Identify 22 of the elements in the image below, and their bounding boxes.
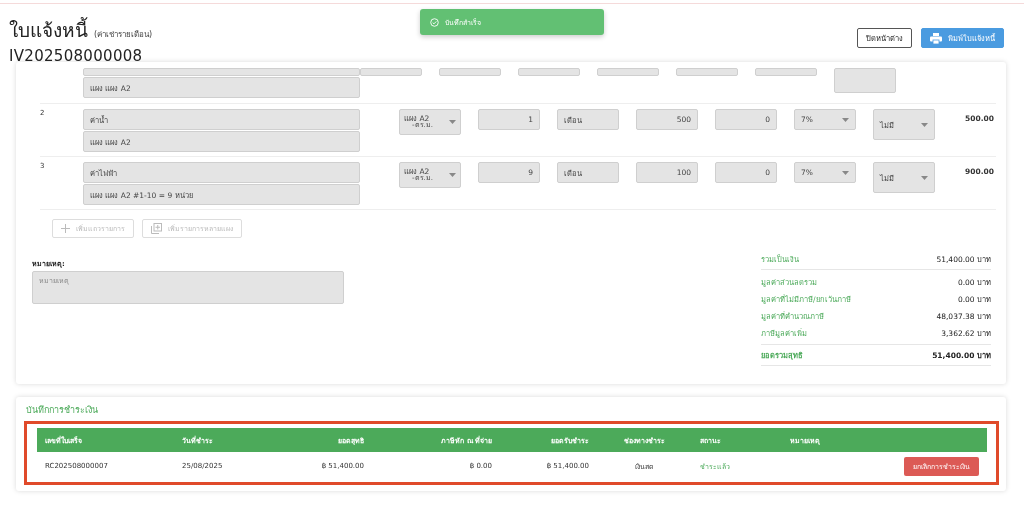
caret-icon [449, 173, 456, 177]
text-field[interactable] [83, 68, 360, 76]
page-subtitle: (ค่าเช่ารายเดือน) [94, 29, 153, 41]
caret-icon [449, 120, 456, 124]
caret-icon [842, 117, 849, 122]
invoice-number: IV202508000008 [9, 47, 144, 65]
input-field[interactable] [360, 68, 422, 76]
section-title: บันทึกการชำระเงิน [26, 404, 99, 417]
caret-icon [921, 175, 928, 180]
add-copy-icon [151, 223, 162, 234]
caret-icon [842, 170, 849, 175]
dropdown-field[interactable] [834, 68, 896, 93]
caret-icon [921, 122, 928, 127]
input-field[interactable] [755, 68, 817, 76]
check-circle-icon [430, 17, 439, 27]
plus-icon [61, 224, 70, 233]
page-title: ใบแจ้งหนี้ [9, 16, 88, 43]
printer-icon [930, 32, 942, 44]
input-field[interactable] [439, 68, 501, 76]
input-field[interactable] [676, 68, 738, 76]
input-field[interactable] [518, 68, 580, 76]
input-field[interactable] [597, 68, 659, 76]
